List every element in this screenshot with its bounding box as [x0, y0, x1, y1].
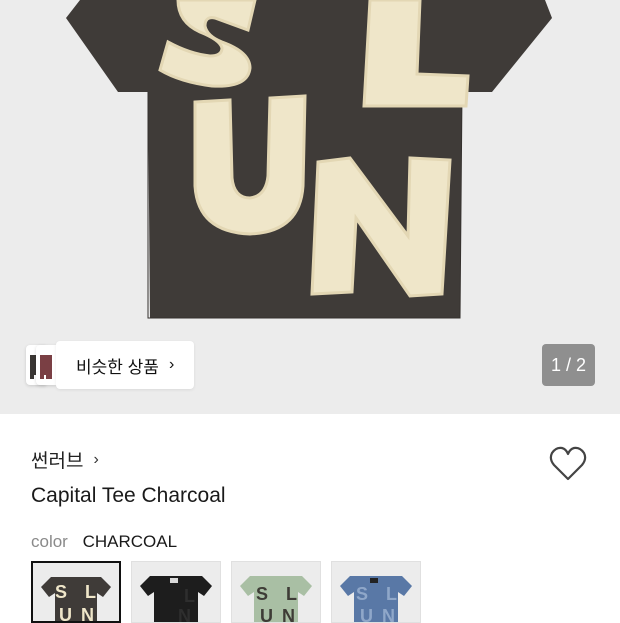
svg-text:L: L [85, 582, 96, 602]
swatch-sage[interactable]: S L U N [231, 561, 321, 623]
similar-products[interactable]: 비슷한 상품 › [26, 341, 195, 389]
t-shirt-thumbnail: L N [140, 576, 212, 622]
color-option-row: color CHARCOAL [31, 532, 177, 552]
t-shirt-body [66, 0, 552, 318]
color-label: color [31, 532, 68, 551]
chevron-right-icon: › [93, 450, 99, 468]
chevron-right-icon: › [168, 356, 175, 373]
svg-text:L: L [184, 586, 195, 606]
svg-text:S: S [356, 584, 368, 604]
product-title: Capital Tee Charcoal [31, 484, 226, 507]
brand-link[interactable]: 썬러브 › [31, 446, 99, 473]
product-image-gallery[interactable]: 비슷한 상품 › 1 / 2 [0, 0, 620, 414]
swatch-blue[interactable]: S L U N [331, 561, 421, 623]
t-shirt-thumbnail: S L U N [41, 577, 111, 621]
swatch-charcoal[interactable]: S L U N [31, 561, 121, 623]
t-shirt-thumbnail: S L U N [340, 576, 412, 622]
svg-text:S: S [256, 584, 268, 604]
svg-text:S: S [55, 582, 67, 602]
svg-text:N: N [81, 605, 94, 621]
similar-products-label: 비슷한 상품 [76, 357, 159, 377]
heart-icon [549, 446, 587, 481]
color-value: CHARCOAL [82, 532, 178, 551]
t-shirt-thumbnail: S L U N [240, 576, 312, 622]
thumbnail-burgundy [36, 345, 56, 385]
wishlist-button[interactable] [548, 445, 588, 483]
image-counter: 1 / 2 [542, 344, 595, 386]
swatch-black[interactable]: L N [131, 561, 221, 623]
svg-text:U: U [59, 605, 72, 621]
brand-name: 썬러브 [31, 451, 84, 472]
svg-text:L: L [286, 584, 297, 604]
similar-products-button[interactable]: 비슷한 상품 › [56, 341, 195, 389]
color-swatches: S L U N L N S L U N S L U N [31, 561, 421, 623]
svg-text:L: L [386, 584, 397, 604]
